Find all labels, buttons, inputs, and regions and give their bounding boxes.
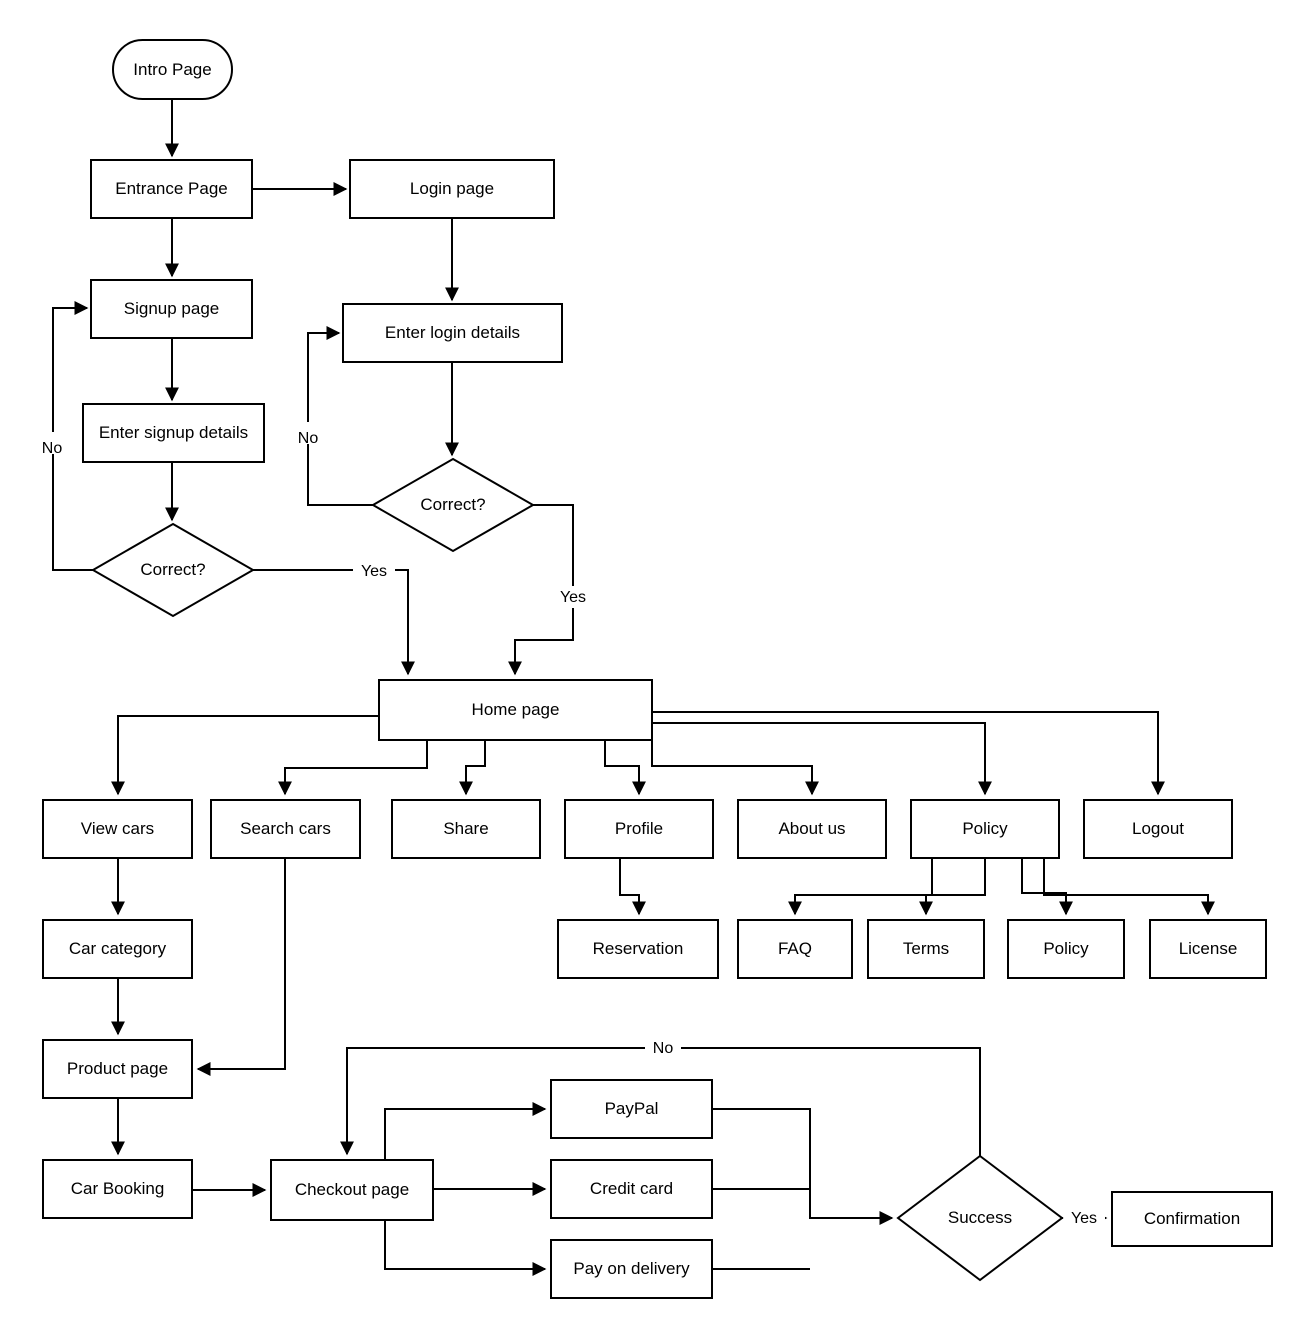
edge-label-login-no: No <box>298 430 319 447</box>
node-share[interactable]: Share <box>391 799 541 859</box>
edge-home-to-share <box>459 740 486 796</box>
edge-correct-signup-yes <box>253 569 415 676</box>
edge-profile-to-reservation <box>619 858 646 916</box>
node-policy-sub[interactable]: Policy <box>1007 919 1125 979</box>
node-correct-signup[interactable]: Correct? <box>90 522 256 618</box>
profile-label: Profile <box>615 819 663 838</box>
terms-label: Terms <box>903 939 949 958</box>
enter-login-details-label: Enter login details <box>385 323 520 342</box>
node-checkout-page[interactable]: Checkout page <box>270 1159 434 1221</box>
signup-page-label: Signup page <box>124 299 219 318</box>
edge-checkout-to-paypal <box>384 1102 547 1160</box>
edge-label-success-no: No <box>653 1040 674 1057</box>
edge-label-login-yes: Yes <box>560 589 586 606</box>
policy-label: Policy <box>962 819 1008 838</box>
node-correct-login[interactable]: Correct? <box>370 457 536 553</box>
edge-label-signup-yes: Yes <box>361 563 387 580</box>
success-label: Success <box>948 1208 1012 1227</box>
edge-home-to-logout <box>652 711 1165 796</box>
paypal-label: PayPal <box>605 1099 659 1118</box>
correct-login-label: Correct? <box>420 495 485 514</box>
credit-card-label: Credit card <box>590 1179 673 1198</box>
node-view-cars[interactable]: View cars <box>42 799 193 859</box>
node-layer: Intro Page Entrance Page Login page Sign… <box>42 39 1273 1299</box>
node-logout[interactable]: Logout <box>1083 799 1233 859</box>
car-category-label: Car category <box>69 939 167 958</box>
edge-paypal-to-success <box>712 1108 894 1225</box>
product-page-label: Product page <box>67 1059 168 1078</box>
faq-label: FAQ <box>778 939 812 958</box>
node-profile[interactable]: Profile <box>564 799 714 859</box>
node-home-page[interactable]: Home page <box>378 679 653 741</box>
node-signup-page[interactable]: Signup page <box>90 279 253 339</box>
node-success[interactable]: Success <box>896 1154 1064 1282</box>
login-page-label: Login page <box>410 179 494 198</box>
intro-page-label: Intro Page <box>133 60 211 79</box>
node-faq[interactable]: FAQ <box>737 919 853 979</box>
license-label: License <box>1179 939 1238 958</box>
search-cars-label: Search cars <box>240 819 331 838</box>
node-intro-page[interactable]: Intro Page <box>112 39 233 100</box>
entrance-page-label: Entrance Page <box>115 179 227 198</box>
view-cars-label: View cars <box>81 819 154 838</box>
node-car-booking[interactable]: Car Booking <box>42 1159 193 1219</box>
node-search-cars[interactable]: Search cars <box>210 799 361 859</box>
node-reservation[interactable]: Reservation <box>557 919 719 979</box>
edge-policy-to-license <box>1043 858 1215 916</box>
policy-sub-label: Policy <box>1043 939 1089 958</box>
logout-label: Logout <box>1132 819 1184 838</box>
node-confirmation[interactable]: Confirmation <box>1111 1191 1273 1247</box>
node-policy[interactable]: Policy <box>910 799 1060 859</box>
enter-signup-details-label: Enter signup details <box>99 423 248 442</box>
node-login-page[interactable]: Login page <box>349 159 555 219</box>
node-enter-login-details[interactable]: Enter login details <box>342 303 563 363</box>
edge-home-to-view-cars <box>111 715 379 796</box>
edge-search-cars-to-product-page <box>196 858 286 1076</box>
edge-home-to-profile <box>604 740 646 796</box>
about-us-label: About us <box>778 819 845 838</box>
confirmation-label: Confirmation <box>1144 1209 1240 1228</box>
node-car-category[interactable]: Car category <box>42 919 193 979</box>
edge-home-to-search-cars <box>278 740 428 796</box>
edge-policy-to-terms <box>919 858 986 916</box>
node-paypal[interactable]: PayPal <box>550 1079 713 1139</box>
edge-home-to-about-us <box>651 740 819 796</box>
edge-home-to-policy <box>652 722 992 796</box>
node-credit-card[interactable]: Credit card <box>550 1159 713 1219</box>
car-booking-label: Car Booking <box>71 1179 165 1198</box>
home-page-label: Home page <box>472 700 560 719</box>
reservation-label: Reservation <box>593 939 684 958</box>
edge-label-signup-no: No <box>42 440 63 457</box>
node-enter-signup-details[interactable]: Enter signup details <box>82 403 265 463</box>
node-product-page[interactable]: Product page <box>42 1039 193 1099</box>
edge-label-success-yes: Yes <box>1071 1210 1097 1227</box>
edge-checkout-to-pay-on-delivery <box>384 1220 547 1276</box>
flowchart-svg: No No Yes Yes No Yes Intro Page Entrance… <box>34 39 1273 1299</box>
flowchart-canvas: No No Yes Yes No Yes Intro Page Entrance… <box>0 0 1312 1320</box>
correct-signup-label: Correct? <box>140 560 205 579</box>
checkout-page-label: Checkout page <box>295 1180 409 1199</box>
node-license[interactable]: License <box>1149 919 1267 979</box>
node-terms[interactable]: Terms <box>867 919 985 979</box>
node-about-us[interactable]: About us <box>737 799 887 859</box>
node-pay-on-delivery[interactable]: Pay on delivery <box>550 1239 713 1299</box>
pay-on-delivery-label: Pay on delivery <box>573 1259 690 1278</box>
share-label: Share <box>443 819 488 838</box>
edge-policy-to-faq <box>788 858 933 916</box>
node-entrance-page[interactable]: Entrance Page <box>90 159 253 219</box>
